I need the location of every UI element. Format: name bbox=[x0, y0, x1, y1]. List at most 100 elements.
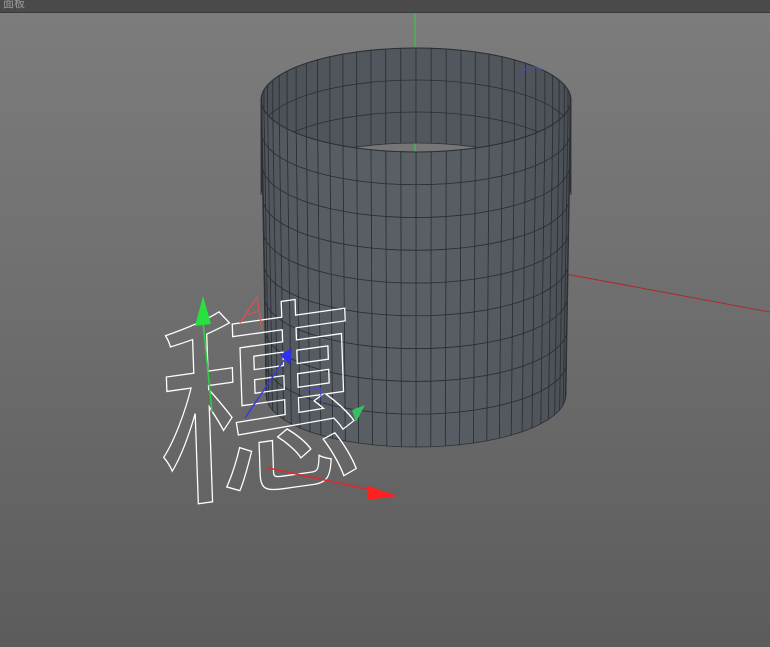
cylinder-face bbox=[371, 378, 388, 414]
cylinder-face bbox=[415, 249, 432, 284]
cylinder-face bbox=[542, 222, 552, 261]
cylinder-face bbox=[532, 292, 543, 331]
cylinder-inner-face bbox=[445, 48, 462, 146]
cylinder-face bbox=[473, 374, 488, 411]
3d-viewport[interactable]: 穗 bbox=[0, 13, 770, 647]
cylinder-face bbox=[533, 259, 544, 298]
cylinder-face bbox=[524, 165, 536, 203]
cylinder-face bbox=[522, 329, 534, 367]
cylinder-face bbox=[445, 345, 461, 381]
cylinder-face bbox=[317, 139, 331, 177]
cylinder-face bbox=[305, 136, 319, 174]
cylinder-face bbox=[430, 347, 446, 382]
cylinder-face bbox=[501, 139, 515, 177]
cylinder-face bbox=[445, 280, 461, 316]
cylinder-face bbox=[460, 213, 476, 249]
cylinder-inner-face bbox=[400, 47, 417, 144]
cylinder-face bbox=[279, 189, 289, 228]
cylinder-face bbox=[472, 407, 488, 444]
cylinder-inner-face bbox=[488, 53, 503, 153]
cylinder-face bbox=[474, 210, 489, 247]
cylinder-face bbox=[543, 156, 553, 196]
cylinder-face bbox=[400, 413, 417, 448]
cylinder-face bbox=[500, 270, 514, 308]
cylinder-face bbox=[548, 348, 557, 388]
cylinder-face bbox=[307, 234, 320, 272]
cylinder-face bbox=[400, 282, 417, 317]
cylinder-face bbox=[370, 149, 387, 185]
cylinder-face bbox=[500, 205, 515, 243]
cylinder-face bbox=[445, 182, 462, 217]
cylinder-face bbox=[415, 216, 432, 251]
cylinder-face bbox=[400, 315, 417, 350]
cylinder-face bbox=[430, 281, 447, 317]
cylinder-inner-face bbox=[474, 51, 490, 150]
cylinder-face bbox=[523, 263, 535, 302]
cylinder-face bbox=[487, 273, 502, 311]
cylinder-face bbox=[512, 234, 525, 272]
cylinder-face bbox=[547, 381, 556, 421]
cylinder-inner-face bbox=[356, 49, 372, 148]
cylinder-face bbox=[400, 151, 417, 186]
cylinder-face bbox=[549, 250, 558, 290]
cylinder-face bbox=[542, 254, 552, 294]
cylinder-face bbox=[385, 281, 402, 317]
cylinder-inner-face bbox=[501, 56, 515, 156]
cylinder-face bbox=[444, 378, 461, 414]
cylinder-face bbox=[385, 183, 402, 218]
cylinder-face bbox=[296, 197, 308, 236]
cylinder-face bbox=[459, 278, 475, 315]
cylinder-face bbox=[534, 193, 545, 232]
cylinder-face bbox=[386, 380, 402, 415]
cylinder-face bbox=[445, 214, 462, 250]
cylinder-face bbox=[306, 201, 320, 240]
cylinder-face bbox=[430, 150, 447, 185]
cylinder-face bbox=[371, 313, 387, 349]
cylinder-face bbox=[273, 184, 282, 224]
cylinder-face bbox=[550, 184, 559, 224]
cylinder-face bbox=[385, 150, 402, 185]
cylinder-face bbox=[357, 344, 373, 380]
cylinder-face bbox=[445, 149, 462, 185]
cylinder-face bbox=[512, 201, 526, 240]
cylinder-face bbox=[510, 398, 523, 436]
cylinder-face bbox=[356, 180, 372, 216]
cylinder-face bbox=[400, 380, 417, 415]
cylinder-face bbox=[551, 151, 560, 191]
cylinder-face bbox=[523, 230, 535, 269]
cylinder-inner-face bbox=[317, 56, 331, 156]
cylinder-face bbox=[459, 377, 475, 413]
cylinder-inner-face bbox=[430, 47, 447, 145]
cylinder-face bbox=[279, 156, 289, 196]
cylinder-face bbox=[430, 314, 447, 349]
cylinder-face bbox=[261, 132, 264, 171]
cylinder-inner-face bbox=[342, 51, 358, 150]
cylinder-face bbox=[474, 145, 490, 182]
cylinder-face bbox=[488, 175, 503, 212]
cylinder-face bbox=[415, 315, 432, 350]
cylinder-face bbox=[550, 217, 559, 257]
cylinder-face bbox=[415, 151, 432, 186]
cylinder-face bbox=[356, 147, 372, 183]
gizmo-x-arrow-icon[interactable] bbox=[367, 486, 398, 500]
cylinder-face bbox=[499, 303, 513, 341]
cylinder-face bbox=[288, 226, 299, 265]
cylinder-face bbox=[274, 250, 283, 290]
cylinder-face bbox=[306, 169, 319, 207]
cylinder-inner-face bbox=[415, 47, 432, 144]
cylinder-face bbox=[329, 175, 344, 212]
cylinder-face bbox=[459, 311, 475, 347]
viewport-canvas[interactable]: 穗 bbox=[0, 13, 770, 647]
cylinder-face bbox=[430, 248, 447, 284]
cylinder-face bbox=[356, 213, 372, 249]
cylinder-face bbox=[371, 345, 387, 381]
cylinder-face bbox=[486, 339, 501, 376]
text-spline-glyph[interactable]: 穗 bbox=[152, 273, 365, 542]
cylinder-face bbox=[511, 300, 525, 338]
cylinder-face bbox=[400, 216, 417, 251]
cylinder-face bbox=[499, 369, 513, 406]
cylinder-face bbox=[487, 306, 501, 344]
cylinder-face bbox=[541, 320, 551, 360]
cylinder-face bbox=[385, 216, 402, 251]
cylinder-face bbox=[357, 311, 373, 347]
